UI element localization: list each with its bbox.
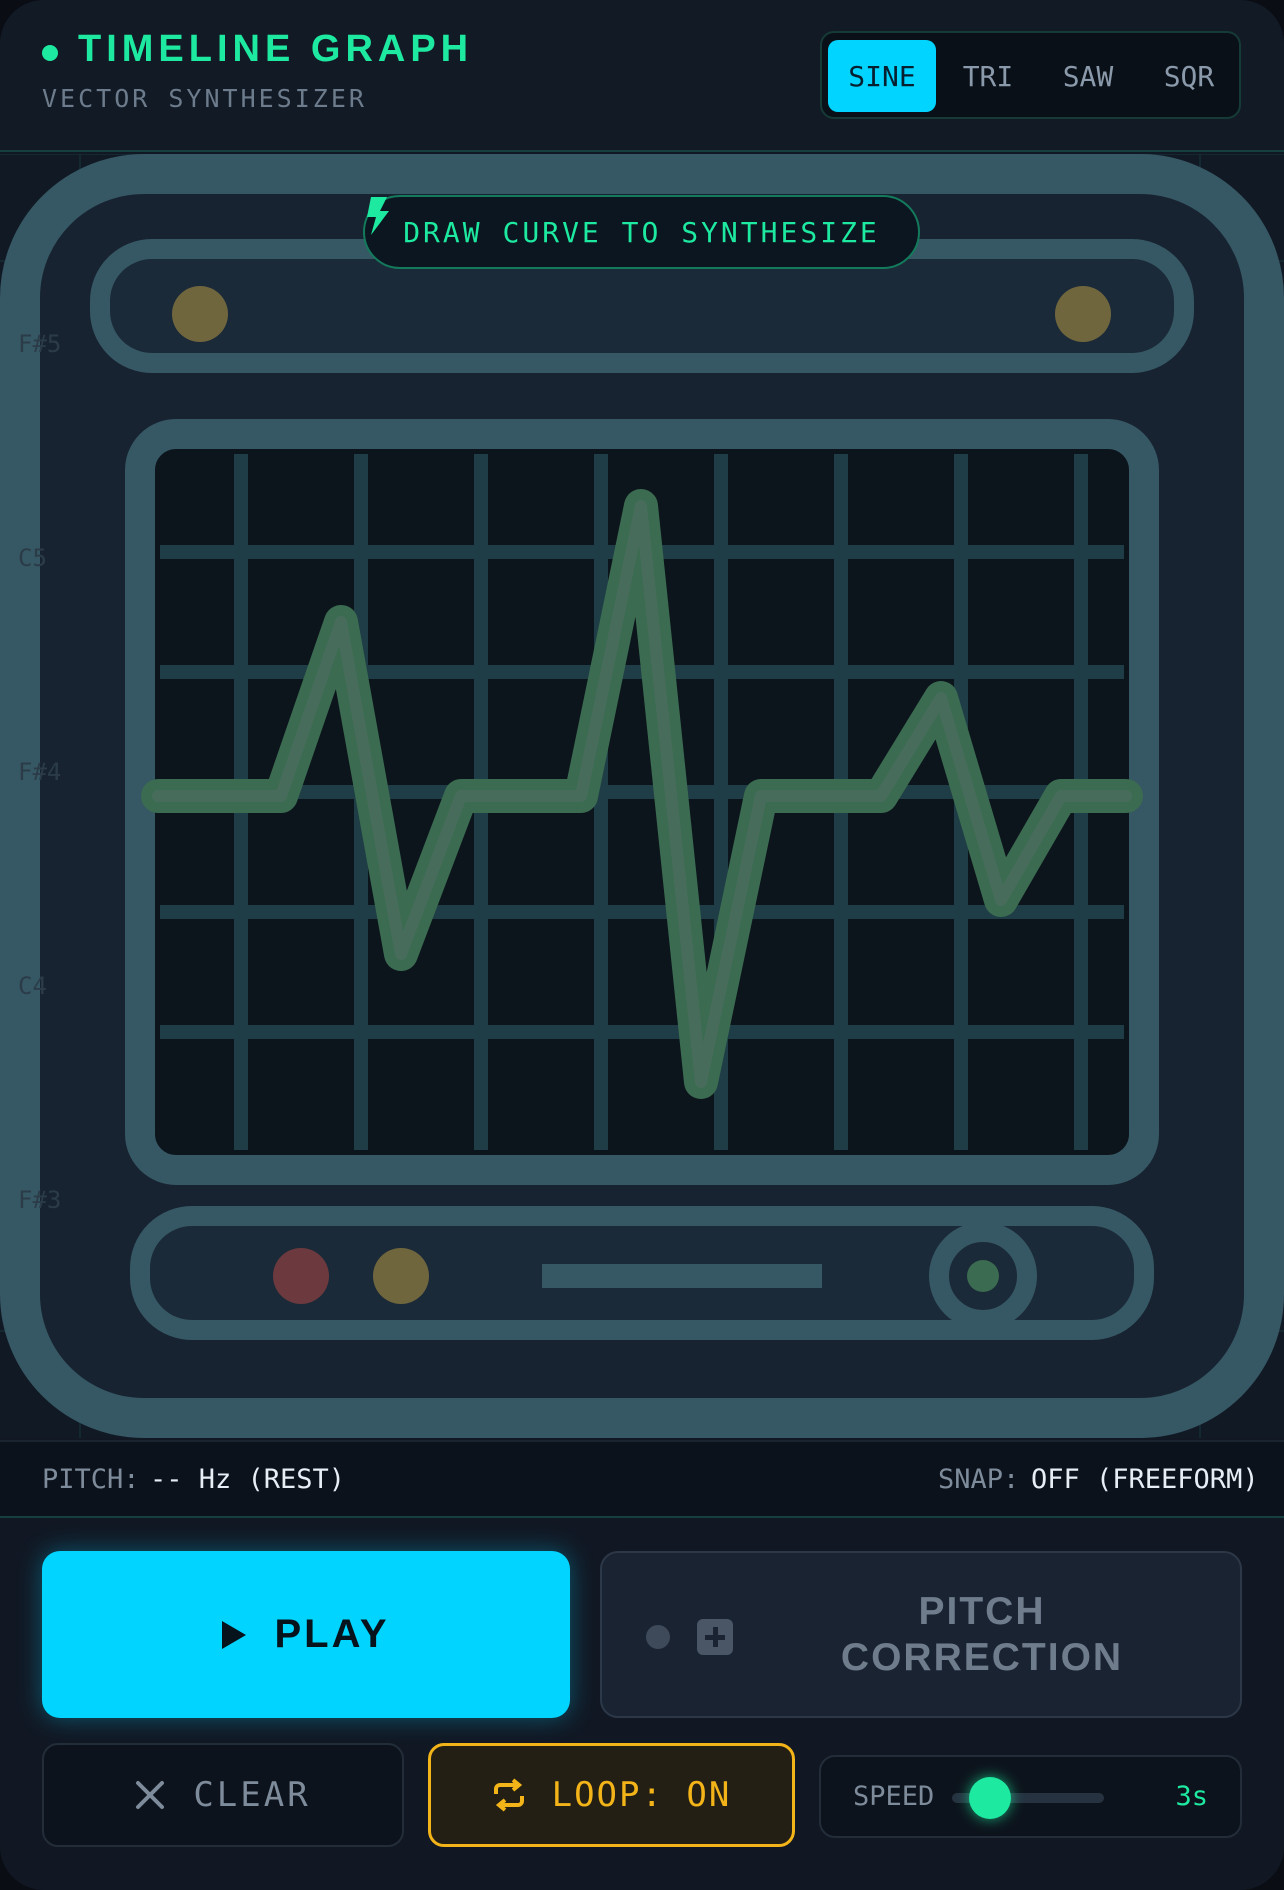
speed-label: SPEED [853,1781,935,1812]
repeat-icon [493,1778,524,1812]
note-label-c5: C5 [18,544,47,572]
app-window: TIMELINE GRAPH VECTOR SYNTHESIZER SINE T… [0,0,1284,1890]
snap-label: SNAP: [938,1464,1020,1495]
pitch-value: -- Hz (REST) [150,1464,346,1495]
plus-box-icon [697,1619,733,1655]
speed-slider-thumb[interactable] [969,1777,1011,1819]
play-label: PLAY [274,1612,390,1656]
status-dot-icon [42,45,58,61]
loop-toggle-button[interactable]: LOOP: ON [428,1743,795,1847]
draw-hint: DRAW CURVE TO SYNTHESIZE [363,195,920,269]
play-icon [222,1620,247,1649]
toggle-indicator-icon [646,1625,670,1649]
pitch-correction-button[interactable]: PITCH CORRECTION [600,1551,1242,1718]
snap-value: OFF (FREEFORM) [1031,1464,1259,1495]
clear-button[interactable]: CLEAR [42,1743,404,1847]
pitch-label: PITCH: [42,1464,140,1495]
drawing-canvas[interactable]: F#5 C5 F#4 C4 F#3 DRAW CURVE TO SYNTHESI… [0,154,1284,1438]
waveform-tri-button[interactable]: TRI [942,40,1034,112]
waveform-sqr-button[interactable]: SQR [1142,40,1236,112]
waveform-saw-button[interactable]: SAW [1038,40,1138,112]
waveform-sine-button[interactable]: SINE [828,40,936,112]
close-icon [136,1781,165,1809]
note-label-f-sharp-5: F#5 [18,330,62,358]
app-title: TIMELINE GRAPH [78,28,474,70]
speed-value: 3s [1175,1781,1208,1812]
status-bar: PITCH: -- Hz (REST) SNAP: OFF (FREEFORM) [0,1440,1284,1518]
header: TIMELINE GRAPH VECTOR SYNTHESIZER SINE T… [0,0,1284,152]
clear-label: CLEAR [193,1775,311,1815]
lightning-bolt-icon [367,197,389,235]
draw-hint-text: DRAW CURVE TO SYNTHESIZE [403,215,880,249]
waveform-selector: SINE TRI SAW SQR [820,31,1241,119]
note-label-c4: C4 [18,972,47,1000]
canvas-graphics [0,154,1284,1438]
play-button[interactable]: PLAY [42,1551,570,1718]
loop-label: LOOP: ON [551,1775,732,1815]
app-subtitle: VECTOR SYNTHESIZER [42,84,367,113]
note-label-f-sharp-3: F#3 [18,1186,62,1214]
pitch-correction-label: PITCH CORRECTION [840,1590,1124,1679]
speed-control: SPEED 3s [819,1755,1242,1838]
note-label-f-sharp-4: F#4 [18,758,62,786]
